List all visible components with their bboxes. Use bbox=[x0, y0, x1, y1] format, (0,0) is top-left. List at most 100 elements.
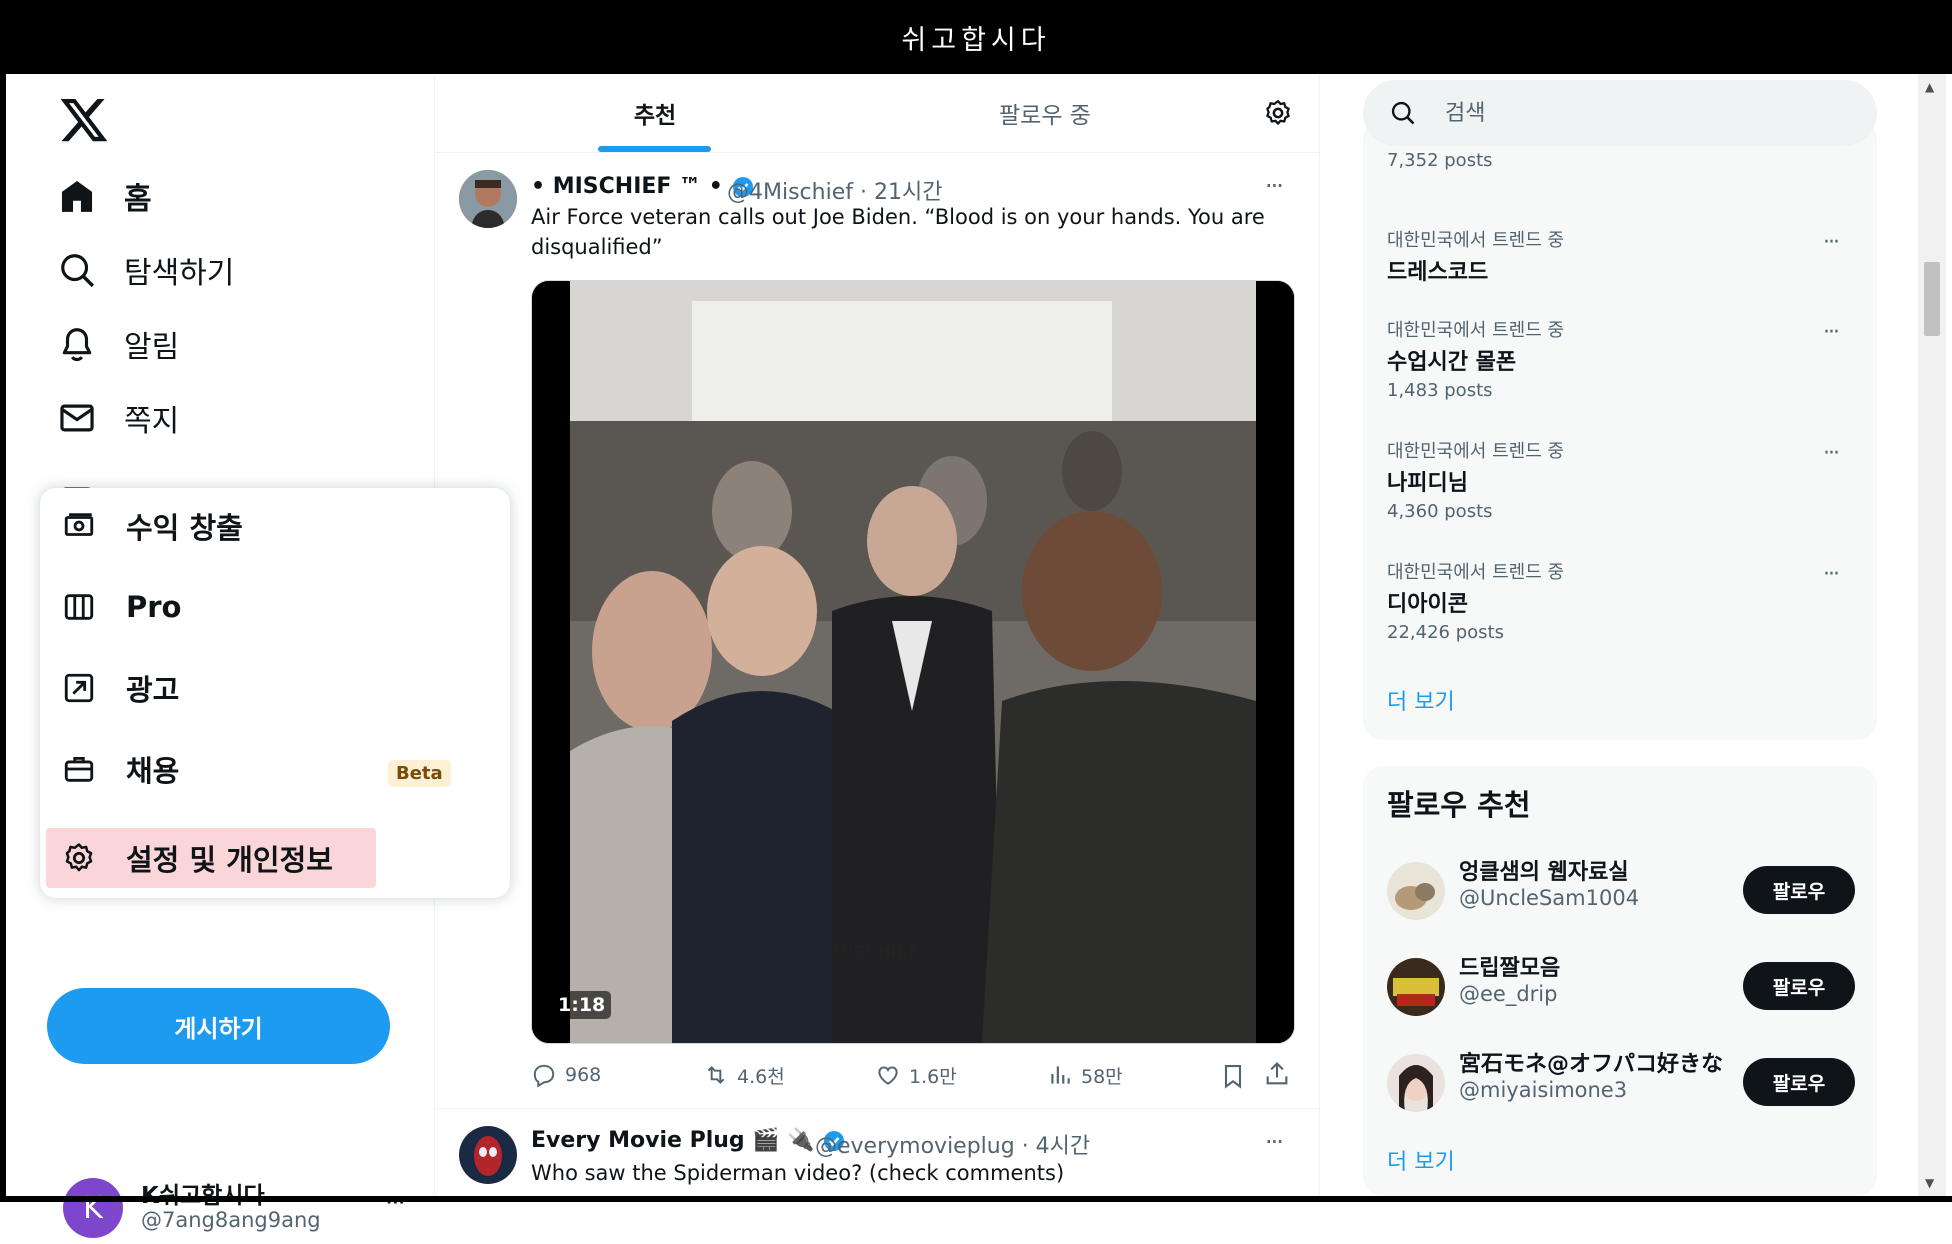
repost-count: 4.6천 bbox=[737, 1065, 785, 1088]
view-count: 58만 bbox=[1081, 1065, 1123, 1088]
trend-more-icon[interactable]: ··· bbox=[1823, 230, 1840, 255]
home-icon bbox=[61, 180, 93, 212]
follow-suggestion[interactable]: 드립짤모음 @ee_drip 팔로우 bbox=[1387, 950, 1857, 1030]
tab-for-you[interactable]: 추천 bbox=[535, 74, 775, 152]
follow-suggestion[interactable]: 엉클샘의 웹자료실 @UncleSam1004 팔로우 bbox=[1387, 854, 1857, 934]
video-watermark: MISCHIEF bbox=[832, 942, 918, 961]
views-button[interactable]: 58만 bbox=[1047, 1060, 1123, 1090]
search-icon bbox=[61, 254, 95, 288]
menu-label-settings: 설정 및 개인정보 bbox=[126, 843, 333, 877]
suggestion-name: 엉클샘의 웹자료실 bbox=[1459, 860, 1629, 885]
gear-icon bbox=[65, 843, 93, 872]
share-icon[interactable] bbox=[1263, 1060, 1291, 1088]
menu-item-settings[interactable]: 설정 및 개인정보 bbox=[46, 828, 376, 888]
nav-item-messages[interactable]: 쪽지 bbox=[58, 388, 179, 448]
mail-icon bbox=[60, 404, 94, 432]
trend-item[interactable]: 대한민국에서 트렌드 중 드레스코드 bbox=[1387, 226, 1857, 286]
tweet-text: Air Force veteran calls out Joe Biden. “… bbox=[531, 205, 1265, 259]
trend-item[interactable]: 대한민국에서 트렌드 중 수업시간 몰폰 1,483 posts bbox=[1387, 316, 1857, 401]
tweet-author-avatar[interactable] bbox=[459, 1126, 517, 1184]
views-chart-icon bbox=[1051, 1066, 1070, 1084]
trend-context: 대한민국에서 트렌드 중 bbox=[1387, 441, 1565, 462]
nav-label-messages: 쪽지 bbox=[124, 404, 180, 439]
follow-button[interactable]: 팔로우 bbox=[1743, 866, 1855, 914]
suggestion-name: 宮石モネ@オフパコ好きな bbox=[1459, 1052, 1724, 1077]
account-handle: @7ang8ang9ang bbox=[141, 1208, 321, 1232]
tweet-author-name[interactable]: Every Movie Plug 🎬 🔌 bbox=[531, 1128, 846, 1153]
search-input[interactable] bbox=[1443, 92, 1847, 134]
beta-badge: Beta bbox=[388, 760, 451, 787]
search-bar[interactable] bbox=[1363, 80, 1877, 146]
trend-topic: 디아이콘 bbox=[1387, 592, 1468, 617]
nav-label-notifications: 알림 bbox=[124, 330, 180, 365]
suggestion-handle: @ee_drip bbox=[1459, 982, 1558, 1006]
money-icon bbox=[64, 513, 94, 536]
menu-item-pro[interactable]: Pro bbox=[46, 577, 181, 637]
window-title-bar: 쉬고합시다 bbox=[0, 0, 1952, 74]
menu-item-jobs[interactable]: 채용 bbox=[46, 739, 179, 799]
trend-context: 대한민국에서 트렌드 중 bbox=[1387, 562, 1565, 583]
tweet-video[interactable]: MISCHIEF 1:18 bbox=[531, 280, 1295, 1044]
nav-item-notifications[interactable]: 알림 bbox=[58, 314, 179, 374]
x-logo-icon[interactable] bbox=[58, 94, 110, 146]
tweet-handle-time[interactable]: @everymovieplug · 4시간 bbox=[815, 1128, 1090, 1160]
avatar bbox=[1387, 1054, 1445, 1112]
menu-label-pro: Pro bbox=[126, 590, 182, 624]
follow-show-more-link[interactable]: 더 보기 bbox=[1387, 1144, 1455, 1176]
trend-count: 22,426 posts bbox=[1387, 622, 1504, 643]
like-count: 1.6만 bbox=[909, 1065, 957, 1088]
trends-show-more-link[interactable]: 더 보기 bbox=[1387, 684, 1455, 716]
menu-item-ads[interactable]: 광고 bbox=[46, 658, 179, 718]
columns-icon bbox=[64, 594, 94, 620]
trend-count: 4,360 posts bbox=[1387, 501, 1493, 522]
scroll-down-arrow-icon[interactable]: ▼ bbox=[1925, 1176, 1934, 1190]
like-button[interactable]: 1.6만 bbox=[875, 1060, 957, 1090]
video-duration: 1:18 bbox=[552, 991, 612, 1019]
bell-icon bbox=[62, 328, 92, 362]
tweet-author-avatar[interactable] bbox=[459, 170, 517, 228]
menu-label-monetization: 수익 창출 bbox=[126, 511, 243, 545]
author-name-text: • MISCHIEF ™ • bbox=[531, 174, 723, 199]
follow-suggestion[interactable]: 宮石モネ@オフパコ好きな @miyaisimone3 팔로우 bbox=[1387, 1046, 1857, 1126]
trend-item[interactable]: 대한민국에서 트렌드 중 디아이콘 22,426 posts bbox=[1387, 558, 1857, 643]
trend-context: 대한민국에서 트렌드 중 bbox=[1387, 230, 1565, 251]
menu-item-monetization[interactable]: 수익 창출 bbox=[46, 496, 243, 556]
timeline: 추천 팔로우 중 • MISCHIEF ™ • @4Mischief · 21시… bbox=[434, 74, 1320, 1196]
more-menu-popup: 수익 창출 Pro 광고 채용 설정 및 개인정보 bbox=[40, 488, 510, 898]
follow-button[interactable]: 팔로우 bbox=[1743, 962, 1855, 1010]
trend-more-icon[interactable]: ··· bbox=[1823, 562, 1840, 587]
post-button[interactable]: 게시하기 bbox=[47, 988, 390, 1064]
avatar: K bbox=[63, 1178, 123, 1238]
nav-item-home[interactable]: 홈 bbox=[58, 166, 152, 226]
trend-topic: 수업시간 몰폰 bbox=[1387, 350, 1517, 375]
trend-more-icon[interactable]: ··· bbox=[1823, 441, 1840, 466]
account-switcher[interactable]: K K쉬고합시다 @7ang8ang9ang ··· bbox=[63, 1174, 423, 1244]
tweet-more-icon[interactable]: ··· bbox=[1265, 1128, 1284, 1156]
trend-context: 대한민국에서 트렌드 중 bbox=[1387, 320, 1565, 341]
menu-label-ads: 광고 bbox=[126, 673, 180, 707]
tab-following[interactable]: 팔로우 중 bbox=[895, 74, 1195, 152]
tweet-more-icon[interactable]: ··· bbox=[1265, 172, 1284, 200]
trends-panel: 7,352 posts 대한민국에서 트렌드 중 드레스코드 ··· 대한민국에… bbox=[1363, 120, 1877, 740]
trend-more-icon[interactable]: ··· bbox=[1823, 320, 1840, 345]
tweet-author-name[interactable]: • MISCHIEF ™ • bbox=[531, 174, 755, 199]
author-name-text: Every Movie Plug 🎬 🔌 bbox=[531, 1128, 815, 1153]
ads-icon bbox=[64, 673, 94, 703]
tweet-divider bbox=[435, 1108, 1319, 1109]
repost-button[interactable]: 4.6천 bbox=[703, 1060, 785, 1090]
briefcase-icon bbox=[64, 756, 94, 782]
trend-item[interactable]: 대한민국에서 트렌드 중 나피디님 4,360 posts bbox=[1387, 437, 1857, 522]
page-scrollbar[interactable]: ▲ ▼ bbox=[1918, 74, 1946, 1196]
scroll-up-arrow-icon[interactable]: ▲ bbox=[1925, 80, 1934, 94]
scrollbar-thumb[interactable] bbox=[1924, 262, 1940, 336]
follow-button[interactable]: 팔로우 bbox=[1743, 1058, 1855, 1106]
who-to-follow-panel: 팔로우 추천 엉클샘의 웹자료실 @UncleSam1004 팔로우 드립짤모음… bbox=[1363, 766, 1877, 1196]
trend-topic: 나피디님 bbox=[1387, 471, 1468, 496]
suggestion-name: 드립짤모음 bbox=[1459, 956, 1561, 981]
nav-item-explore[interactable]: 탐색하기 bbox=[58, 240, 234, 300]
bookmark-icon[interactable] bbox=[1219, 1062, 1247, 1090]
reply-button[interactable]: 968 bbox=[531, 1060, 601, 1090]
tweet-text: Who saw the Spiderman video? (check comm… bbox=[531, 1161, 1065, 1185]
timeline-settings-gear-icon[interactable] bbox=[1263, 98, 1293, 128]
more-icon[interactable]: ··· bbox=[385, 1188, 406, 1218]
